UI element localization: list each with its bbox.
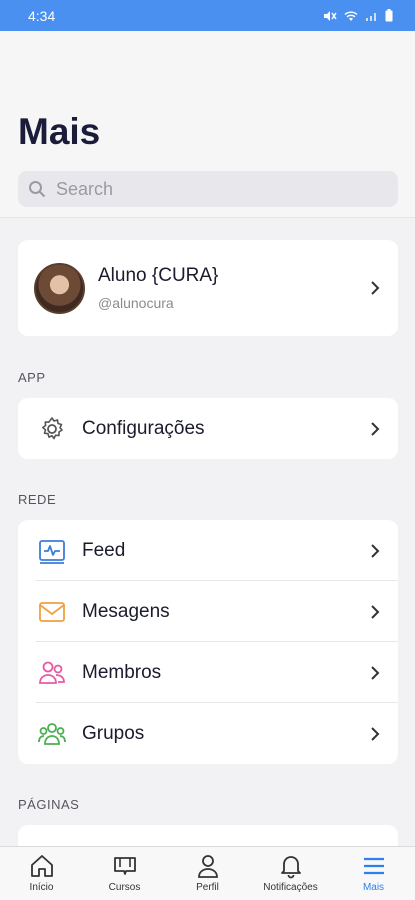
home-icon: [30, 855, 53, 877]
profile-text: Aluno {CURA} @alunocura: [98, 265, 218, 311]
menu-item-mesagens[interactable]: Mesagens: [18, 581, 398, 642]
tab-label: Início: [29, 882, 54, 893]
section-label-app: APP: [18, 370, 46, 385]
chevron-right-icon: [371, 604, 380, 619]
tab-label: Cursos: [108, 882, 141, 893]
battery-icon: [385, 9, 393, 22]
menu-item-label: Feed: [82, 539, 126, 561]
bottom-tab-bar: Início Cursos Perfil Notificações Mais: [0, 846, 415, 900]
wifi-icon: [344, 11, 358, 21]
search-bar[interactable]: [18, 171, 398, 207]
profile-card[interactable]: Aluno {CURA} @alunocura: [18, 240, 398, 336]
section-label-paginas: PÁGINAS: [18, 797, 80, 812]
status-bar: 4:34: [0, 0, 415, 31]
tab-label: Mais: [362, 882, 385, 893]
chevron-right-icon: [371, 665, 380, 680]
chevron-right-icon: [371, 281, 380, 295]
section-label-rede: REDE: [18, 492, 57, 507]
status-time: 4:34: [28, 7, 56, 24]
menu-item-membros[interactable]: Membros: [18, 642, 398, 703]
app-card: Configurações: [18, 398, 398, 459]
profile-name: Aluno {CURA}: [98, 265, 219, 286]
envelope-icon: [38, 598, 66, 626]
tab-label: Perfil: [196, 882, 219, 893]
page-title: Mais: [18, 111, 101, 152]
menu-item-feed[interactable]: Feed: [18, 520, 398, 581]
menu-item-label: Configurações: [82, 417, 205, 439]
activity-icon: [38, 537, 66, 565]
profile-handle: @alunocura: [98, 295, 174, 311]
search-icon: [29, 181, 46, 198]
tab-cursos[interactable]: Cursos: [83, 847, 166, 900]
tab-notificacoes[interactable]: Notificações: [249, 847, 332, 900]
menu-item-grupos[interactable]: Grupos: [18, 703, 398, 764]
status-icons: [323, 9, 393, 22]
members-icon: [38, 659, 66, 687]
chevron-right-icon: [371, 543, 380, 558]
avatar: [34, 262, 85, 314]
header: Mais: [0, 31, 415, 218]
chevron-right-icon: [371, 726, 380, 741]
menu-icon: [363, 857, 384, 875]
menu-item-label: Mesagens: [82, 600, 170, 622]
menu-item-label: Grupos: [82, 722, 145, 744]
courses-icon: [113, 857, 136, 875]
groups-icon: [38, 720, 66, 748]
tab-label: Notificações: [263, 882, 318, 893]
bell-icon: [280, 856, 301, 879]
search-input[interactable]: [56, 178, 356, 200]
rede-card: Feed Mesagens Membros Grupos: [18, 520, 398, 764]
chevron-right-icon: [371, 421, 380, 436]
tab-inicio[interactable]: Início: [0, 847, 83, 900]
profile-icon: [197, 855, 218, 878]
tab-mais[interactable]: Mais: [332, 847, 415, 900]
gear-icon: [38, 415, 66, 443]
menu-item-configuracoes[interactable]: Configurações: [18, 398, 398, 459]
mute-icon: [324, 10, 337, 21]
menu-item-label: Membros: [82, 661, 162, 683]
tab-perfil[interactable]: Perfil: [166, 847, 249, 900]
signal-icon: [366, 12, 376, 21]
